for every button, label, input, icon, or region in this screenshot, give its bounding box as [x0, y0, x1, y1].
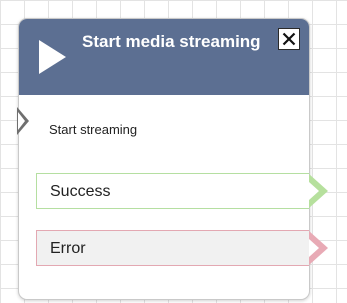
input-connector-inner [18, 112, 25, 130]
block-header[interactable]: Start media streaming [19, 19, 309, 95]
success-output-arrow-inner [309, 182, 319, 200]
close-icon [282, 32, 296, 46]
branch-error[interactable]: Error [36, 230, 309, 266]
flow-canvas[interactable]: Start media streaming Start streaming Su… [0, 0, 347, 303]
branch-success[interactable]: Success [36, 173, 309, 209]
error-output-arrow-inner [309, 239, 319, 257]
close-button[interactable] [278, 28, 300, 50]
action-label: Start streaming [49, 122, 138, 137]
start-media-streaming-block[interactable]: Start media streaming Start streaming Su… [17, 18, 328, 300]
block-title: Start media streaming [82, 32, 261, 51]
play-icon [39, 40, 66, 74]
